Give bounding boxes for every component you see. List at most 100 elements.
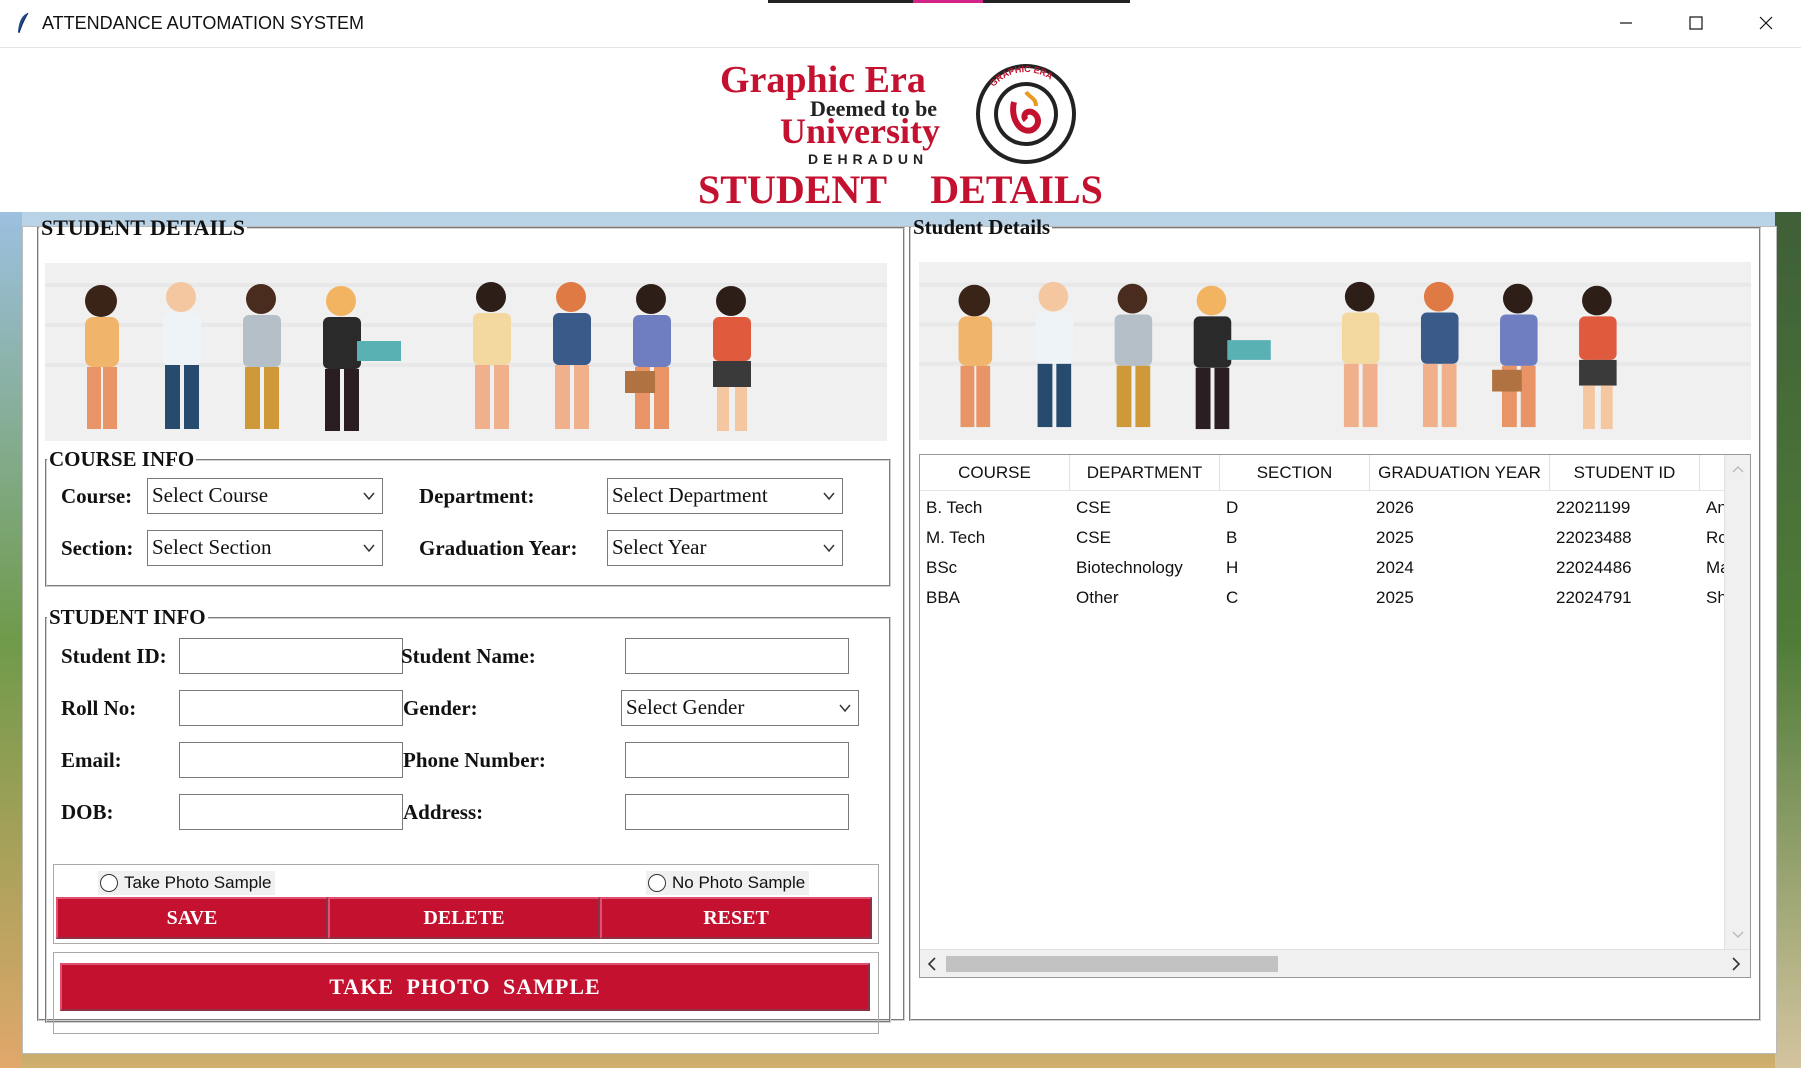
section-label: Section: <box>61 536 134 560</box>
table-row[interactable]: B. Tech CSE D 2026 22021199 An <box>920 493 1724 523</box>
take-photo-sample-radio[interactable]: Take Photo Sample <box>98 871 276 895</box>
dob-label: DOB: <box>61 800 114 824</box>
students-illustration <box>919 281 1751 430</box>
cell-overflow: Sh <box>1706 588 1724 607</box>
address-input[interactable] <box>625 794 849 830</box>
cell-section: B <box>1226 528 1238 547</box>
maximize-button[interactable] <box>1661 0 1731 46</box>
graduation-year-select[interactable]: Select Year <box>607 530 843 566</box>
chevron-down-icon <box>363 544 375 553</box>
vertical-scrollbar[interactable] <box>1724 455 1750 949</box>
cell-overflow: An <box>1706 498 1724 517</box>
reset-button[interactable]: RESET <box>600 897 872 939</box>
student-id-label: Student ID: <box>61 644 167 668</box>
close-icon <box>1759 16 1773 30</box>
scroll-down-icon[interactable] <box>1725 925 1751 945</box>
section-select[interactable]: Select Section <box>147 530 383 566</box>
cell-student-id: 22023488 <box>1556 528 1632 547</box>
save-button[interactable]: SAVE <box>56 897 328 939</box>
cell-section: D <box>1226 498 1239 517</box>
course-select[interactable]: Select Course <box>147 478 383 514</box>
no-photo-sample-radio[interactable]: No Photo Sample <box>646 871 810 895</box>
students-illustration <box>45 282 887 431</box>
background-edge-right <box>1775 212 1801 1068</box>
take-photo-frame: TAKE PHOTO SAMPLE <box>53 952 879 1034</box>
graduation-year-label: Graduation Year: <box>419 536 578 560</box>
cell-overflow: Ma <box>1706 558 1724 577</box>
student-info-frame: STUDENT INFO Student ID: Student Name: R… <box>45 605 891 1034</box>
student-id-input[interactable] <box>179 638 403 674</box>
student-details-legend: STUDENT DETAILS <box>41 215 245 240</box>
close-button[interactable] <box>1731 0 1801 46</box>
cell-department: CSE <box>1076 528 1111 547</box>
student-details-frame: STUDENT DETAILS COURSE INFO Course: Sele… <box>37 215 905 1034</box>
cell-student-id: 22021199 <box>1556 498 1631 517</box>
students-banner-image <box>45 263 887 441</box>
gender-select[interactable]: Select Gender <box>621 690 859 726</box>
radio-circle-icon <box>100 874 118 892</box>
cell-course: B. Tech <box>926 498 983 517</box>
course-info-legend: COURSE INFO <box>49 447 195 471</box>
department-label: Department: <box>419 484 535 508</box>
student-name-label: Student Name: <box>401 644 536 668</box>
cell-department: Other <box>1076 588 1119 607</box>
window-title: ATTENDANCE AUTOMATION SYSTEM <box>42 13 365 33</box>
table-row[interactable]: M. Tech CSE B 2025 22023488 Ro <box>920 523 1724 553</box>
column-header-course[interactable]: COURSE <box>920 455 1070 491</box>
column-header-overflow <box>1700 455 1724 491</box>
cell-course: BSc <box>926 558 958 577</box>
course-info-frame: COURSE INFO Course: Select Course Depart… <box>45 447 891 587</box>
scroll-right-icon[interactable] <box>1726 950 1746 978</box>
chevron-down-icon <box>823 492 835 501</box>
cell-section: H <box>1226 558 1239 577</box>
logo-line-4: DEHRADUN <box>808 151 929 167</box>
horizontal-scrollbar[interactable] <box>920 949 1750 977</box>
table-row[interactable]: BBA Other C 2025 22024791 Sh <box>920 583 1724 613</box>
radio-circle-icon <box>648 874 666 892</box>
student-info-legend: STUDENT INFO <box>49 605 206 629</box>
section-select-value: Select Section <box>152 535 272 559</box>
minimize-button[interactable] <box>1591 0 1661 46</box>
phone-number-label: Phone Number: <box>403 748 546 772</box>
chevron-down-icon <box>363 492 375 501</box>
course-select-value: Select Course <box>152 483 269 507</box>
chevron-down-icon <box>823 544 835 553</box>
cell-graduation-year: 2025 <box>1376 588 1414 607</box>
column-header-student-id[interactable]: STUDENT ID <box>1550 455 1700 491</box>
department-select-value: Select Department <box>612 483 768 507</box>
cell-course: BBA <box>926 588 961 607</box>
no-photo-sample-label: No Photo Sample <box>672 873 806 892</box>
phone-number-input[interactable] <box>625 742 849 778</box>
take-photo-sample-label: Take Photo Sample <box>124 873 272 892</box>
department-select[interactable]: Select Department <box>607 478 843 514</box>
feather-icon <box>18 12 29 34</box>
student-name-input[interactable] <box>625 638 849 674</box>
table-header: COURSE DEPARTMENT SECTION GRADUATION YEA… <box>920 455 1724 491</box>
address-label: Address: <box>403 800 484 824</box>
taskbar-indicator <box>768 0 1130 3</box>
table-row[interactable]: BSc Biotechnology H 2024 22024486 Ma <box>920 553 1724 583</box>
roll-no-input[interactable] <box>179 690 403 726</box>
cell-department: Biotechnology <box>1076 558 1183 577</box>
cell-student-id: 22024791 <box>1556 588 1632 607</box>
column-header-section[interactable]: SECTION <box>1220 455 1370 491</box>
university-seal-icon: GRAPHIC ERA <box>976 64 1076 164</box>
column-header-department[interactable]: DEPARTMENT <box>1070 455 1220 491</box>
student-table[interactable]: COURSE DEPARTMENT SECTION GRADUATION YEA… <box>919 454 1751 978</box>
take-photo-sample-button[interactable]: TAKE PHOTO SAMPLE <box>60 963 870 1011</box>
gender-select-value: Select Gender <box>626 695 745 719</box>
student-details-table-frame: Student Details COURSE DEPARTMENT SECTIO… <box>909 215 1761 1021</box>
horizontal-scroll-thumb[interactable] <box>946 956 1278 972</box>
graduation-year-select-value: Select Year <box>612 535 707 559</box>
window-titlebar: ATTENDANCE AUTOMATION SYSTEM <box>0 0 1801 48</box>
email-label: Email: <box>61 748 122 772</box>
delete-button[interactable]: DELETE <box>328 897 600 939</box>
email-input[interactable] <box>179 742 403 778</box>
dob-input[interactable] <box>179 794 403 830</box>
logo-line-3: University <box>780 111 940 151</box>
scroll-left-icon[interactable] <box>922 950 942 978</box>
scroll-up-icon[interactable] <box>1725 459 1751 479</box>
photo-sample-frame: Take Photo Sample No Photo Sample SAVE D… <box>53 864 879 944</box>
chevron-down-icon <box>839 704 851 713</box>
column-header-graduation-year[interactable]: GRADUATION YEAR <box>1370 455 1550 491</box>
